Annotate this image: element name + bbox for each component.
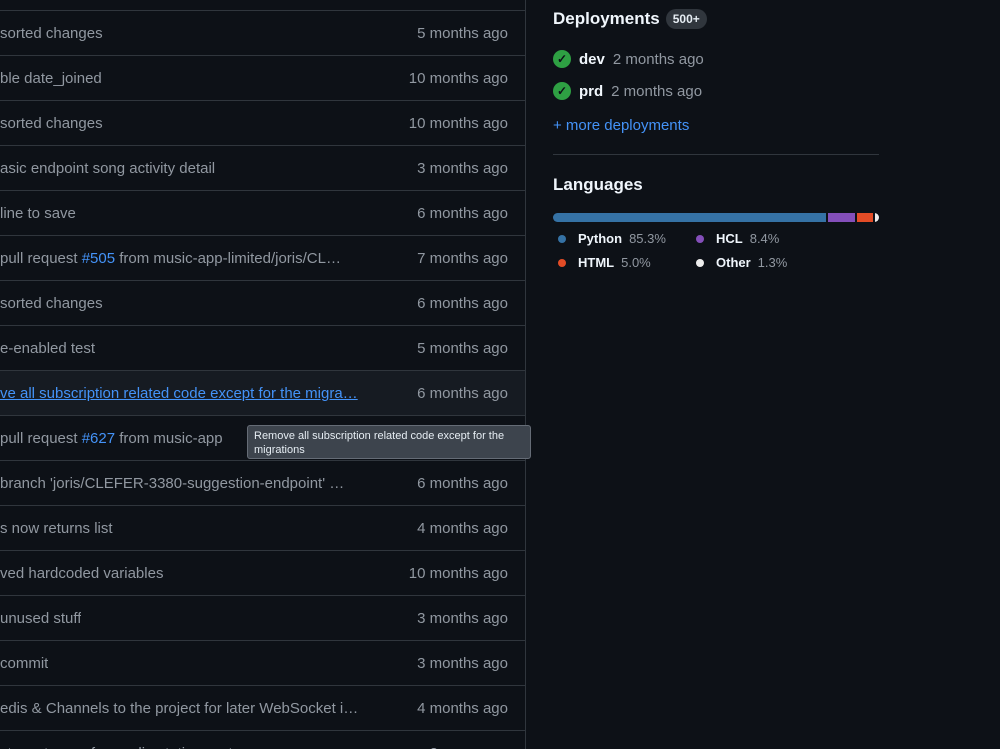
language-color-dot-icon (558, 234, 566, 243)
language-legend: Python 85.3% HCL 8.4% HTML 5.0% Other 1.3% (553, 231, 879, 270)
commit-age: 3 months ago (417, 654, 508, 672)
commit-message-link[interactable]: sorted changes (0, 25, 103, 42)
language-color-dot-icon (558, 258, 566, 267)
commit-message-link[interactable]: ble date_joined (0, 70, 102, 87)
language-item-html[interactable]: HTML 5.0% (558, 255, 696, 270)
check-circle-icon: ✓ (553, 82, 571, 100)
commit-message-link[interactable]: edis & Channels to the project for later… (0, 700, 358, 717)
commit-age: 10 months ago (408, 114, 508, 132)
commit-row: ved hardcoded variables 10 months ago (0, 550, 525, 595)
language-name: Python (578, 231, 623, 246)
language-bar-segment-hcl[interactable] (827, 213, 855, 222)
commit-row: s now returns list 4 months ago (0, 505, 525, 550)
deployments-heading[interactable]: Deployments 500+ (553, 9, 879, 29)
commit-message-link[interactable]: ved hardcoded variables (0, 565, 163, 582)
languages-title: Languages (553, 175, 643, 194)
commit-age: 4 months ago (417, 519, 508, 537)
pull-request-link[interactable]: #505 (82, 250, 115, 267)
deployment-item-prd[interactable]: ✓ prd 2 months ago (553, 75, 879, 107)
commit-row: e-enabled test 5 months ago (0, 325, 525, 370)
language-bar-segment-other[interactable] (874, 213, 879, 222)
language-percent: 8.4% (749, 231, 780, 246)
languages-heading: Languages (553, 175, 879, 195)
commit-row: sorted changes 10 months ago (0, 100, 525, 145)
commit-age: 10 months ago (408, 564, 508, 582)
language-item-other[interactable]: Other 1.3% (696, 255, 826, 270)
commit-message-link[interactable]: ve all subscription related code except … (0, 385, 358, 402)
commit-message-link[interactable]: asic endpoint song activity detail (0, 160, 215, 177)
commit-age: 3 months ago (417, 609, 508, 627)
commit-message-link[interactable]: line to save (0, 205, 76, 222)
commit-row: edis & Channels to the project for later… (0, 685, 525, 730)
commit-message-link[interactable]: pull request #505 from music-app-limited… (0, 250, 341, 267)
commit-age: 5 months ago (417, 339, 508, 357)
commit-row: pull request #505 from music-app-limited… (0, 235, 525, 280)
commit-age: 6 months ago (417, 384, 508, 402)
language-percent: 1.3% (757, 255, 788, 270)
commit-message-text[interactable]: from music-app-limited/joris/CL… (115, 250, 341, 267)
commit-row: ve all subscription related code except … (0, 370, 525, 415)
deployments-count-badge: 500+ (665, 9, 707, 29)
check-circle-icon: ✓ (553, 50, 571, 68)
commit-age: 6 months ago (417, 204, 508, 222)
commit-message-text[interactable]: pull request (0, 430, 82, 447)
pull-request-link[interactable]: #627 (82, 430, 115, 447)
deployments-title[interactable]: Deployments (553, 9, 660, 29)
commit-age: 2 years ago (430, 745, 508, 749)
commit-age: 6 months ago (417, 294, 508, 312)
commit-message-link[interactable]: unused stuff (0, 610, 81, 627)
language-bar (553, 213, 879, 222)
commit-age: 10 months ago (408, 69, 508, 87)
commit-age: 4 months ago (417, 699, 508, 717)
deployment-item-dev[interactable]: ✓ dev 2 months ago (553, 43, 879, 75)
commit-age: 3 months ago (417, 159, 508, 177)
commit-list-panel: sorted changes 5 months ago ble date_joine… (0, 0, 526, 749)
language-name: HTML (578, 255, 615, 270)
commit-message-link[interactable]: e-enabled test (0, 340, 95, 357)
language-item-hcl[interactable]: HCL 8.4% (696, 231, 826, 246)
deployment-time: 2 months ago (612, 50, 704, 68)
commit-message-link[interactable]: branch 'joris/CLEFER-3380-suggestion-end… (0, 475, 344, 492)
language-name: HCL (716, 231, 743, 246)
language-name: Other (716, 255, 751, 270)
commit-message-link[interactable]: sorted changes (0, 295, 103, 312)
commit-row: commit 3 months ago (0, 640, 525, 685)
commit-message-link[interactable]: pull request #627 from music-app (0, 430, 223, 447)
commit-message-link[interactable]: commit (0, 655, 48, 672)
commit-message-link[interactable]: s now returns list (0, 520, 113, 537)
deployment-time: 2 months ago (611, 82, 703, 100)
commit-message-text[interactable]: pull request (0, 250, 82, 267)
sidebar-divider (553, 154, 879, 155)
commit-message-text[interactable]: from music-app (115, 430, 222, 447)
commit-row: branch 'joris/CLEFER-3380-suggestion-end… (0, 460, 525, 505)
commit-age: 6 months ago (417, 474, 508, 492)
language-color-dot-icon (696, 234, 704, 243)
language-percent: 5.0% (621, 255, 651, 270)
commit-age: 7 months ago (417, 249, 508, 267)
commit-row: line to save 6 months ago (0, 190, 525, 235)
more-deployments-link[interactable]: + more deployments (553, 117, 879, 134)
commit-rows: sorted changes 5 months ago ble date_joine… (0, 10, 525, 749)
language-item-python[interactable]: Python 85.3% (558, 231, 696, 246)
commit-message-tooltip: Remove all subscription related code exc… (247, 425, 531, 459)
language-bar-segment-html[interactable] (856, 213, 873, 222)
commit-row: asic endpoint song activity detail 3 mont… (0, 145, 525, 190)
commit-row: unused stuff 3 months ago (0, 595, 525, 640)
commit-row: stom storage for media static assets 2 ye… (0, 730, 525, 749)
commit-row: ble date_joined 10 months ago (0, 55, 525, 100)
deployment-env-name[interactable]: prd (579, 83, 603, 100)
language-bar-segment-python[interactable] (553, 213, 826, 222)
repository-page: sorted changes 5 months ago ble date_joine… (0, 0, 1000, 749)
commit-age: 5 months ago (417, 24, 508, 42)
deployment-env-name[interactable]: dev (579, 51, 605, 68)
repo-sidebar: Deployments 500+ ✓ dev 2 months ago ✓ pr… (553, 0, 879, 270)
commit-row: sorted changes 5 months ago (0, 10, 525, 55)
commit-row: sorted changes 6 months ago (0, 280, 525, 325)
deployment-list: ✓ dev 2 months ago ✓ prd 2 months ago (553, 43, 879, 107)
language-color-dot-icon (696, 258, 704, 267)
commit-message-link[interactable]: sorted changes (0, 115, 103, 132)
language-percent: 85.3% (629, 231, 666, 246)
commit-message-link[interactable]: stom storage for media static assets (0, 745, 240, 749)
